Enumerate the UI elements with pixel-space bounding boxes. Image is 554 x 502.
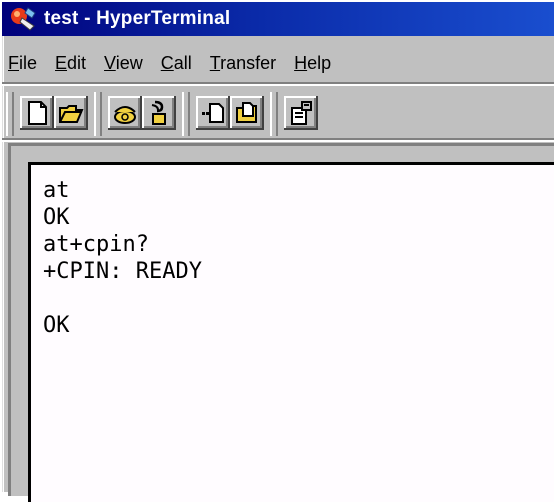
menu-edit-label: dit [67,52,87,73]
connect-button[interactable] [108,96,142,130]
toolbar-separator-1 [94,92,102,136]
send-file-icon [202,103,224,123]
menu-edit-accel: E [55,52,68,73]
menu-file-accel: F [8,52,19,73]
menu-edit[interactable]: Edit [55,53,86,74]
terminal-line: OK [43,205,70,230]
receive-file-icon [236,102,257,123]
new-button[interactable] [20,96,54,130]
properties-icon [291,101,312,125]
terminal-line: at+cpin? [43,232,149,257]
terminal-line: OK [43,313,70,338]
menu-view[interactable]: View [104,53,143,74]
terminal-output[interactable]: at OK at+cpin? +CPIN: READY OK [43,177,202,339]
window-title: test - HyperTerminal [44,8,231,29]
menu-help-label: elp [307,52,332,73]
open-button[interactable] [54,96,88,130]
title-bar[interactable]: test - HyperTerminal [2,2,554,36]
properties-button[interactable] [284,96,318,130]
menu-call[interactable]: Call [161,53,192,74]
send-button[interactable] [196,96,230,130]
toolbar-separator-2 [182,92,190,136]
menu-call-accel: C [160,52,174,73]
toolbar-grip[interactable] [6,92,14,136]
menu-bar: File Edit View Call Transfer Help [8,48,349,78]
menu-toolbar-divider [2,82,554,86]
menu-file-label: ile [19,52,38,73]
menu-file[interactable]: File [8,53,37,74]
hyperterminal-app-icon[interactable] [8,4,38,34]
disconnect-button[interactable] [142,96,176,130]
receive-button[interactable] [230,96,264,130]
menu-view-accel: V [104,52,116,73]
new-document-icon [28,101,47,125]
toolbar-separator-3 [270,92,278,136]
menu-transfer[interactable]: Transfer [210,53,276,74]
phone-disconnect-icon [151,100,166,125]
menu-transfer-label: ransfer [220,52,277,73]
menu-call-label: all [173,52,192,73]
menu-view-label: iew [115,52,143,73]
menu-help-accel: H [294,52,308,73]
terminal-line: at [43,178,70,203]
menu-transfer-accel: T [209,52,221,73]
terminal-window[interactable]: at OK at+cpin? +CPIN: READY OK [28,162,554,502]
toolbar [6,92,554,136]
phone-connect-icon [114,106,136,124]
toolbar-bottom-divider [2,138,554,142]
menu-help[interactable]: Help [294,53,331,74]
open-folder-icon [59,105,84,123]
terminal-line: +CPIN: READY [43,259,202,284]
